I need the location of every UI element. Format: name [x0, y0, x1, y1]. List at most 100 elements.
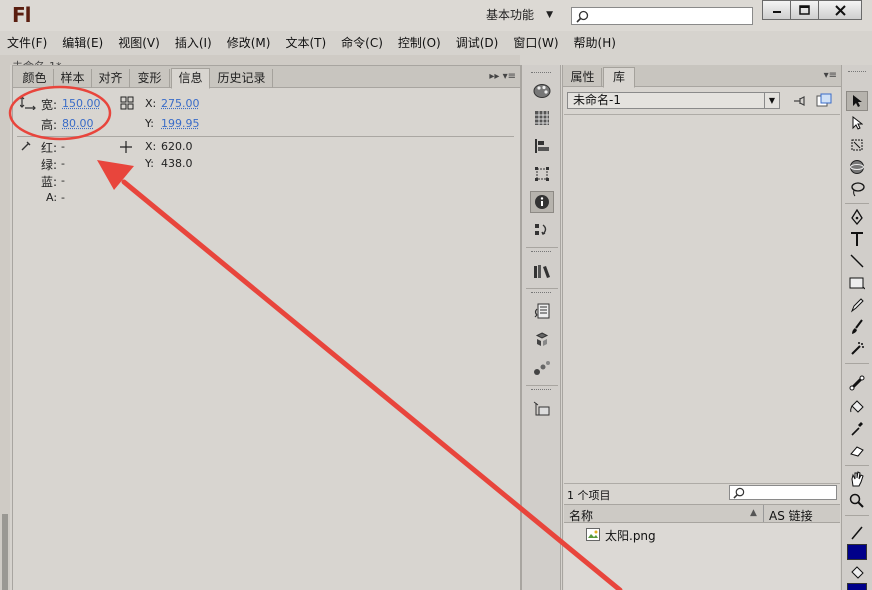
brush-icon: [850, 319, 864, 335]
brush-tool[interactable]: [846, 317, 868, 337]
align-icon: [534, 138, 550, 154]
stroke-color-control[interactable]: [846, 523, 868, 543]
menu-commands[interactable]: 命令(C): [341, 34, 383, 51]
motion-presets-button[interactable]: [530, 357, 554, 379]
transform-icon: [534, 166, 550, 182]
selection-tool[interactable]: [846, 91, 868, 111]
deco-tool[interactable]: [846, 339, 868, 359]
panel-grip[interactable]: [531, 72, 551, 75]
document-tab-strip: [0, 55, 520, 65]
x-value[interactable]: 275.00: [161, 97, 200, 110]
workspace-switcher[interactable]: 基本功能 ▼: [479, 5, 561, 25]
menu-help[interactable]: 帮助(H): [574, 34, 616, 51]
bone-tool[interactable]: [846, 373, 868, 393]
panel-grip[interactable]: [531, 292, 551, 295]
tab-properties[interactable]: 属性: [564, 68, 602, 87]
stage-scrollbar[interactable]: [0, 62, 10, 590]
panel-grip[interactable]: [531, 389, 551, 392]
panel-grip[interactable]: [531, 251, 551, 254]
green-label: 绿:: [41, 156, 57, 173]
library-search-input[interactable]: [729, 485, 837, 500]
info-panel-button[interactable]: [530, 191, 554, 213]
transform-panel-button[interactable]: [530, 163, 554, 185]
tab-library[interactable]: 库: [603, 67, 635, 88]
tab-swatches[interactable]: 样本: [54, 69, 92, 88]
tab-color[interactable]: 颜色: [16, 69, 54, 88]
eyedropper-tool[interactable]: [846, 419, 868, 439]
alpha-value: -: [61, 191, 65, 204]
align-panel-button[interactable]: [530, 135, 554, 157]
info-icon: [534, 194, 550, 210]
magnifier-icon: [849, 493, 865, 509]
text-tool[interactable]: [846, 229, 868, 249]
subselection-tool[interactable]: [846, 113, 868, 133]
info-panel: 颜色 样本 对齐 变形 信息 历史记录 ▸▸ ▾≡ 宽: 150.00 高: 8…: [12, 65, 521, 590]
divider: [526, 288, 558, 289]
column-linkage-header[interactable]: AS 链接: [769, 507, 813, 524]
new-library-panel-icon[interactable]: [816, 93, 832, 108]
menu-modify[interactable]: 修改(M): [227, 34, 271, 51]
history-panel-button[interactable]: [530, 219, 554, 241]
minimize-button[interactable]: [762, 0, 791, 20]
divider: [845, 203, 869, 204]
y-value[interactable]: 199.95: [161, 117, 200, 130]
menu-insert[interactable]: 插入(I): [175, 34, 212, 51]
tab-transform[interactable]: 变形: [130, 69, 170, 88]
rectangle-tool[interactable]: [846, 273, 868, 293]
hand-tool[interactable]: [846, 469, 868, 489]
menu-file[interactable]: 文件(F): [7, 34, 47, 51]
eyedropper-icon: [850, 421, 864, 437]
pencil-tool[interactable]: [846, 295, 868, 315]
tab-info[interactable]: 信息: [171, 68, 210, 89]
menu-edit[interactable]: 编辑(E): [62, 34, 103, 51]
eraser-tool[interactable]: [846, 441, 868, 461]
tab-history[interactable]: 历史记录: [211, 69, 273, 88]
menu-control[interactable]: 控制(O): [398, 34, 441, 51]
close-button[interactable]: [818, 0, 862, 20]
zoom-tool[interactable]: [846, 491, 868, 511]
free-transform-tool[interactable]: [846, 135, 868, 155]
library-document-select[interactable]: 未命名-1 ▼: [567, 92, 780, 109]
x-label: X:: [145, 97, 156, 110]
library-panel-button[interactable]: [530, 260, 554, 282]
column-name-header[interactable]: 名称: [569, 507, 593, 524]
item-name: 太阳.png: [605, 527, 656, 544]
menu-window[interactable]: 窗口(W): [513, 34, 558, 51]
text-t-icon: [850, 231, 864, 247]
hollow-arrow-icon: [851, 116, 863, 130]
3d-rotation-tool[interactable]: [846, 157, 868, 177]
lasso-tool[interactable]: [846, 179, 868, 199]
panel-menu-controls[interactable]: ▸▸ ▾≡: [489, 71, 516, 82]
menu-view[interactable]: 视图(V): [118, 34, 160, 51]
title-bar: Fl 基本功能 ▼: [0, 0, 872, 31]
components-panel-button[interactable]: [530, 329, 554, 351]
line-tool[interactable]: [846, 251, 868, 271]
menu-text[interactable]: 文本(T): [285, 34, 326, 51]
bone-icon: [849, 375, 865, 391]
pen-tool[interactable]: [846, 207, 868, 227]
panel-grip[interactable]: [848, 71, 866, 74]
color-panel-button[interactable]: [530, 80, 554, 102]
project-panel-button[interactable]: [530, 398, 554, 420]
sort-arrow-icon[interactable]: ▲: [750, 508, 757, 518]
swatches-panel-button[interactable]: [530, 107, 554, 129]
stroke-color-swatch[interactable]: [847, 544, 867, 560]
scrollbar-thumb[interactable]: [2, 514, 8, 590]
fill-color-swatch[interactable]: [847, 583, 867, 590]
tab-align[interactable]: 对齐: [92, 69, 130, 88]
fill-color-control[interactable]: [846, 563, 868, 583]
height-value[interactable]: 80.00: [62, 117, 94, 130]
maximize-button[interactable]: [790, 0, 819, 20]
help-search-input[interactable]: [571, 7, 753, 25]
actions-panel-button[interactable]: [530, 301, 554, 323]
paint-bucket-tool[interactable]: [846, 397, 868, 417]
height-label: 高:: [41, 116, 57, 133]
width-value[interactable]: 150.00: [62, 97, 101, 110]
chevron-down-icon: ▼: [764, 93, 779, 108]
panel-menu-button[interactable]: ▾≡: [824, 70, 837, 81]
registration-point-icon[interactable]: [120, 96, 134, 110]
deco-spray-icon: [849, 341, 865, 357]
pin-library-icon[interactable]: [792, 94, 806, 108]
cursor-x-value: 620.0: [161, 140, 193, 153]
menu-debug[interactable]: 调试(D): [456, 34, 499, 51]
